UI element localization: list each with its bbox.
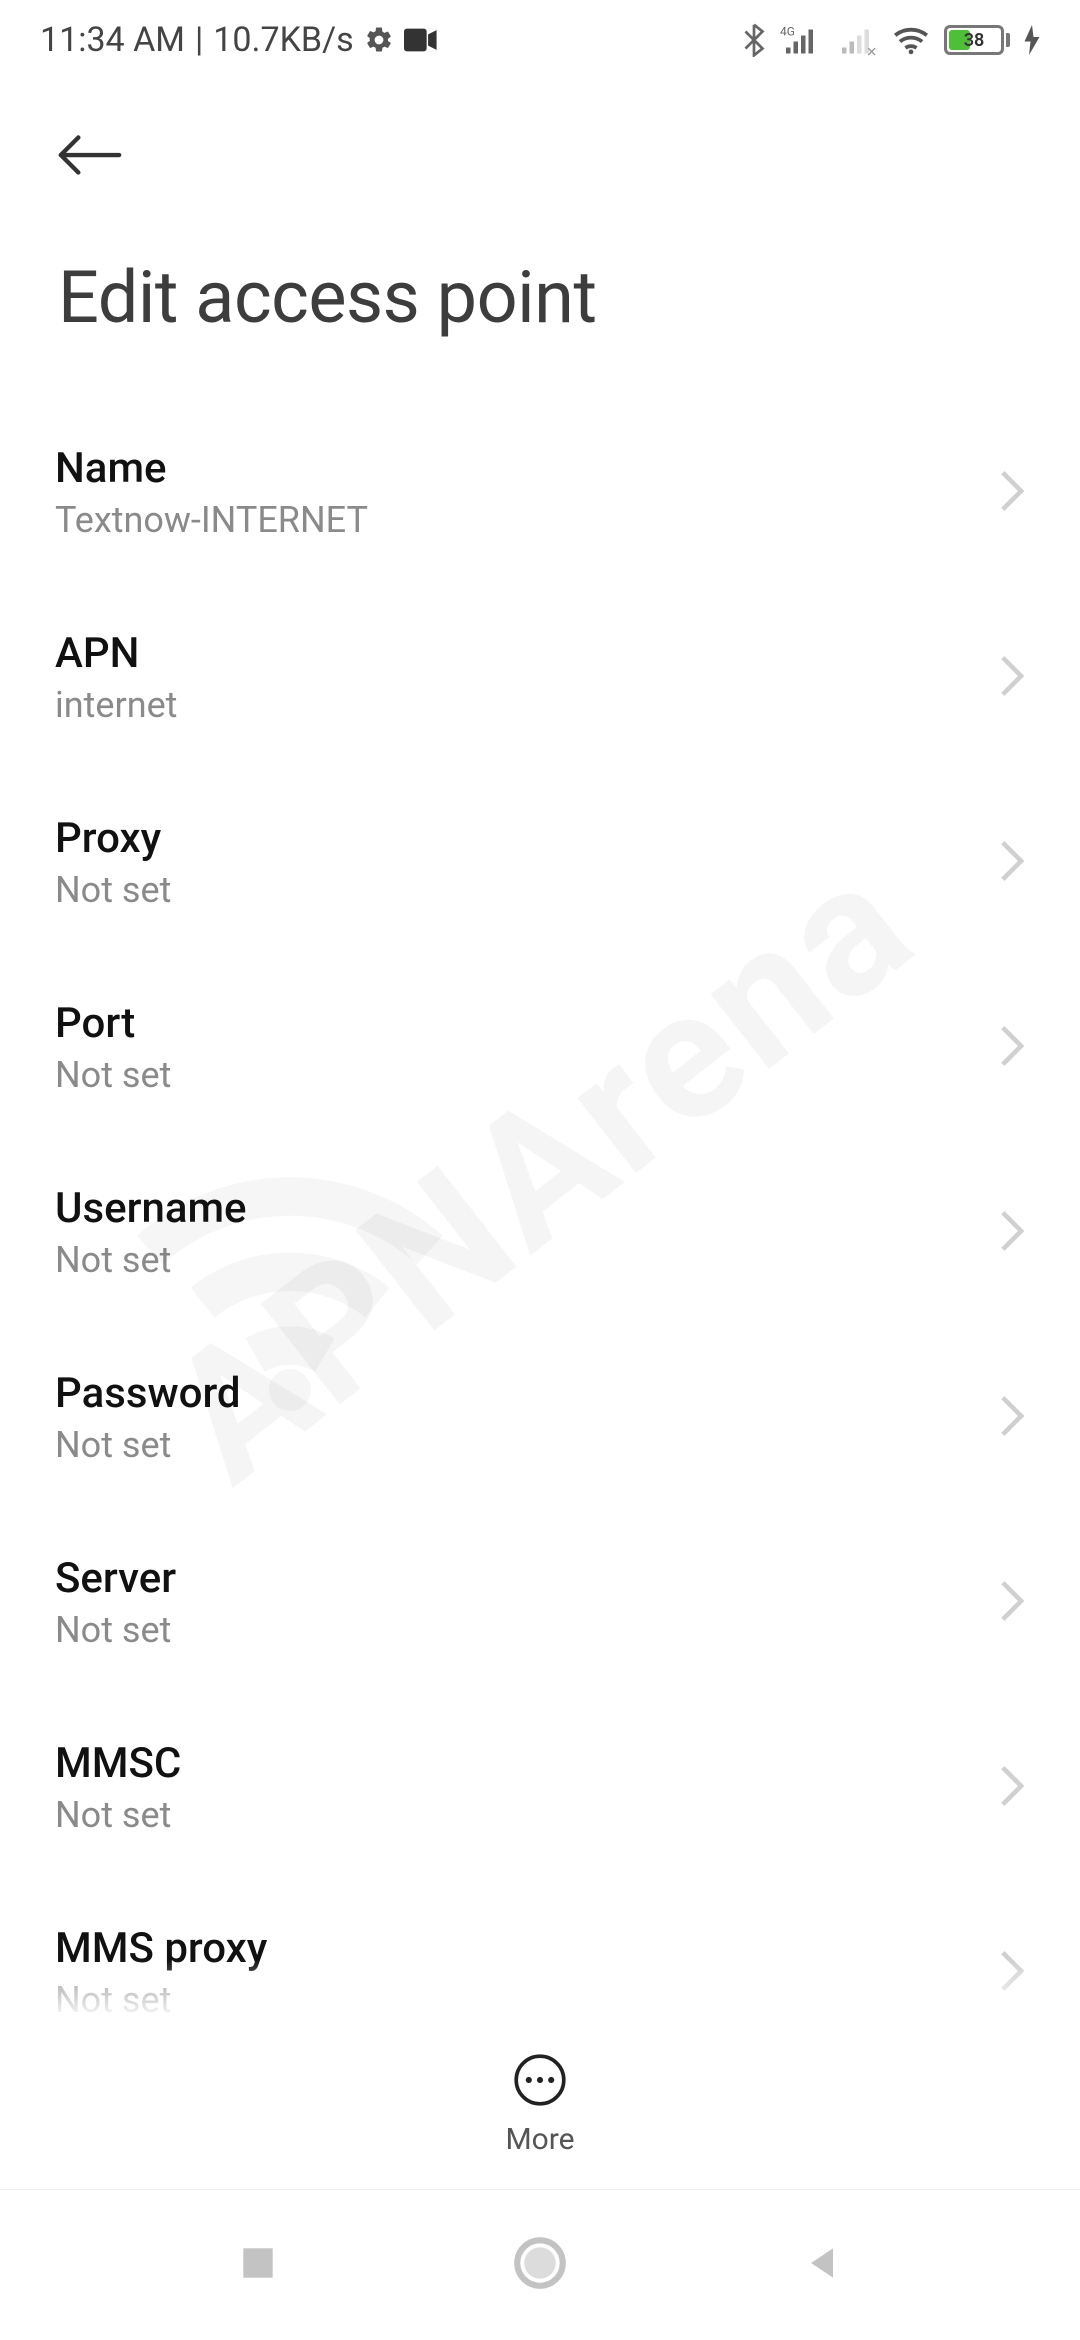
- signal-4g-icon: 4G: [780, 23, 822, 57]
- camera-icon: [404, 28, 438, 52]
- row-value: Not set: [55, 1979, 979, 2021]
- status-separator: |: [195, 20, 203, 60]
- more-label: More: [505, 2122, 574, 2157]
- nav-recents-button[interactable]: [236, 2241, 280, 2289]
- nav-back-button[interactable]: [800, 2241, 844, 2289]
- row-port[interactable]: Port Not set: [55, 955, 1025, 1140]
- apn-settings-list: Name Textnow-INTERNET APN internet Proxy…: [0, 400, 1080, 2065]
- svg-text:4G: 4G: [780, 25, 795, 39]
- row-value: Not set: [55, 1054, 979, 1096]
- back-button[interactable]: [55, 115, 135, 195]
- row-name[interactable]: Name Textnow-INTERNET: [55, 400, 1025, 585]
- triangle-left-icon: [800, 2241, 844, 2285]
- more-icon: [512, 2052, 568, 2112]
- chevron-right-icon: [999, 1209, 1025, 1257]
- bluetooth-icon: [742, 23, 766, 57]
- row-value: Not set: [55, 1794, 979, 1836]
- gear-icon: [364, 25, 394, 55]
- row-server[interactable]: Server Not set: [55, 1510, 1025, 1695]
- row-value: Not set: [55, 1239, 979, 1281]
- app-bar: Edit access point: [0, 80, 1080, 340]
- status-bar: 11:34 AM | 10.7KB/s 4G ✕ 38: [0, 0, 1080, 80]
- signal-sim2-icon: ✕: [836, 23, 878, 57]
- wifi-icon: [892, 25, 930, 55]
- status-left: 11:34 AM | 10.7KB/s: [40, 20, 438, 60]
- more-button[interactable]: More: [505, 2052, 574, 2157]
- chevron-right-icon: [999, 1764, 1025, 1812]
- row-value: Not set: [55, 1424, 979, 1466]
- row-value: Not set: [55, 1609, 979, 1651]
- battery-percent: 38: [947, 30, 1001, 51]
- status-right: 4G ✕ 38: [742, 23, 1040, 57]
- row-value: Not set: [55, 869, 979, 911]
- charging-icon: [1024, 25, 1040, 55]
- nav-home-button[interactable]: [512, 2235, 568, 2295]
- row-proxy[interactable]: Proxy Not set: [55, 770, 1025, 955]
- row-apn[interactable]: APN internet: [55, 585, 1025, 770]
- chevron-right-icon: [999, 1579, 1025, 1627]
- chevron-right-icon: [999, 1949, 1025, 1997]
- row-password[interactable]: Password Not set: [55, 1325, 1025, 1510]
- row-label: MMSC: [55, 1739, 979, 1788]
- row-label: Username: [55, 1184, 979, 1233]
- square-icon: [236, 2241, 280, 2285]
- svg-text:✕: ✕: [866, 45, 877, 58]
- chevron-right-icon: [999, 469, 1025, 517]
- row-value: Textnow-INTERNET: [55, 499, 979, 541]
- row-value: internet: [55, 684, 979, 726]
- row-label: Port: [55, 999, 979, 1048]
- chevron-right-icon: [999, 839, 1025, 887]
- row-label: MMS proxy: [55, 1924, 979, 1973]
- arrow-left-icon: [55, 131, 125, 179]
- row-label: Password: [55, 1369, 979, 1418]
- row-label: Proxy: [55, 814, 979, 863]
- battery-indicator: 38: [944, 25, 1010, 55]
- row-label: Server: [55, 1554, 979, 1603]
- circle-icon: [512, 2235, 568, 2291]
- page-title: Edit access point: [55, 255, 1025, 340]
- status-net-speed: 10.7KB/s: [213, 20, 353, 60]
- chevron-right-icon: [999, 654, 1025, 702]
- row-mmsc[interactable]: MMSC Not set: [55, 1695, 1025, 1880]
- status-time: 11:34 AM: [40, 20, 185, 60]
- system-nav-bar: [0, 2190, 1080, 2340]
- row-username[interactable]: Username Not set: [55, 1140, 1025, 1325]
- action-bar: More: [0, 2020, 1080, 2190]
- row-label: Name: [55, 444, 979, 493]
- row-label: APN: [55, 629, 979, 678]
- chevron-right-icon: [999, 1024, 1025, 1072]
- chevron-right-icon: [999, 1394, 1025, 1442]
